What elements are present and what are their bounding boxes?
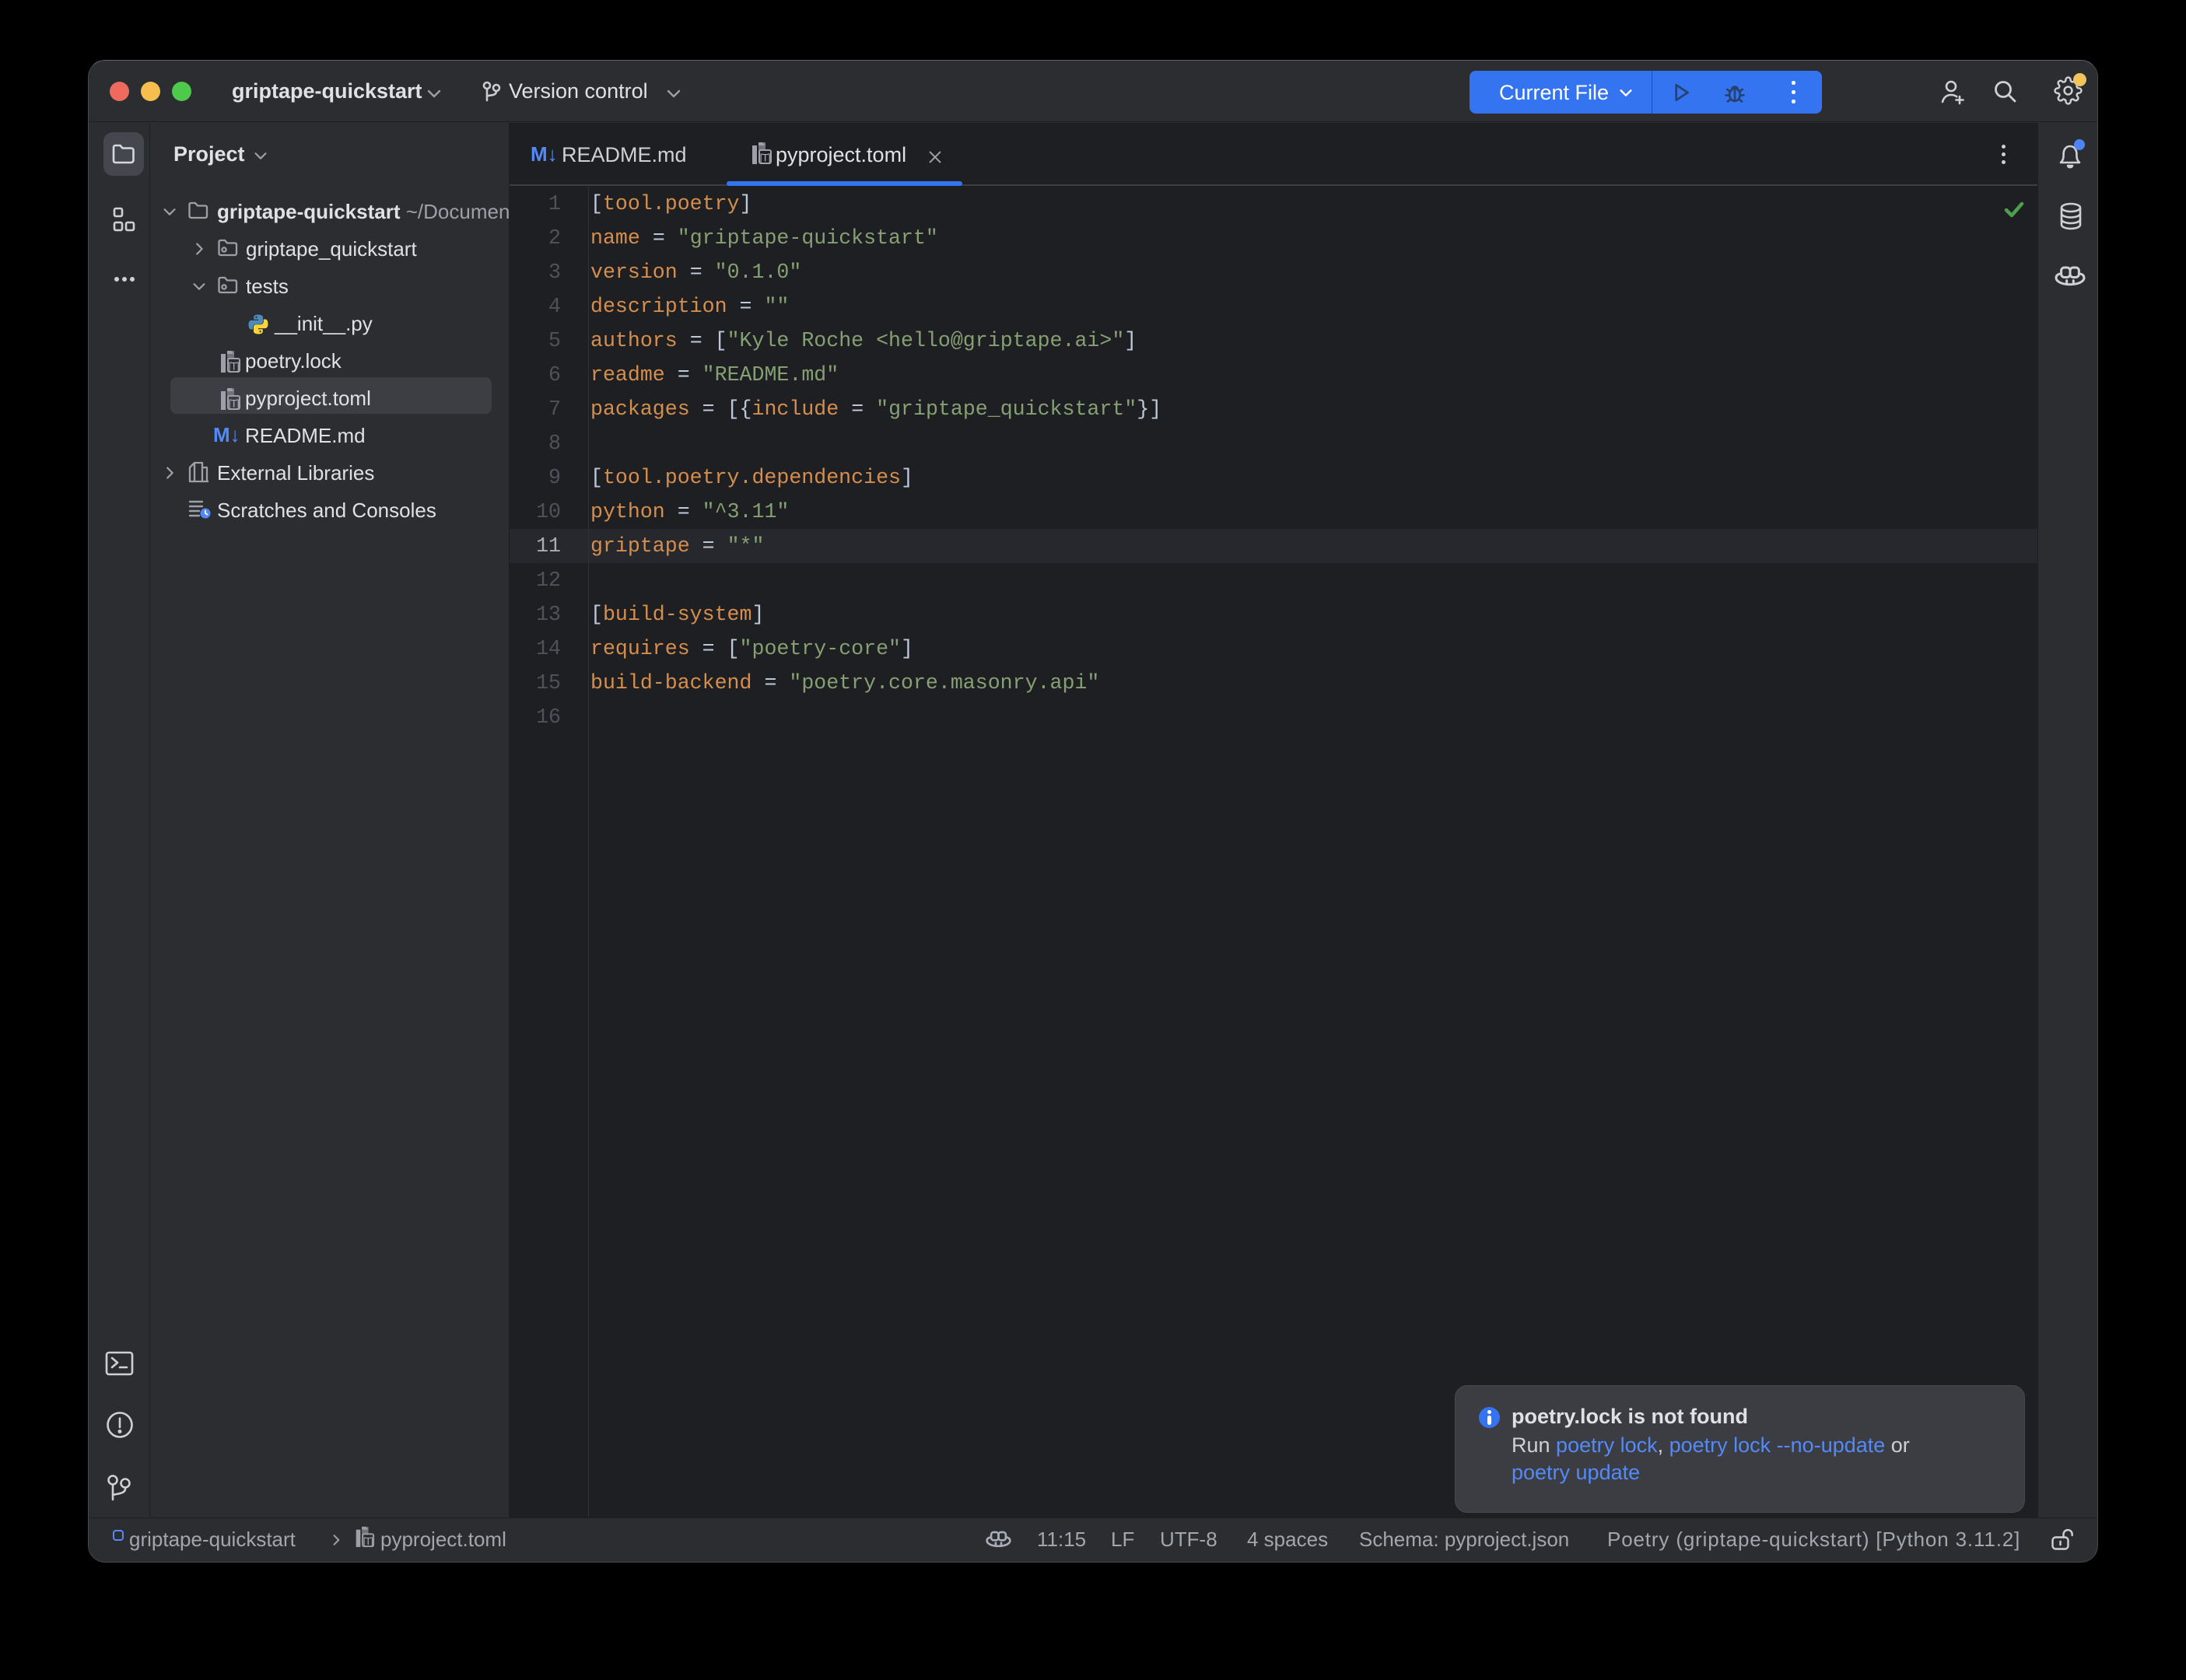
svg-text:[T]: [T] bbox=[760, 152, 770, 164]
svg-text:[T]: [T] bbox=[229, 397, 239, 410]
svg-text:[T]: [T] bbox=[229, 360, 239, 373]
svg-text:[T]: [T] bbox=[363, 1535, 373, 1547]
